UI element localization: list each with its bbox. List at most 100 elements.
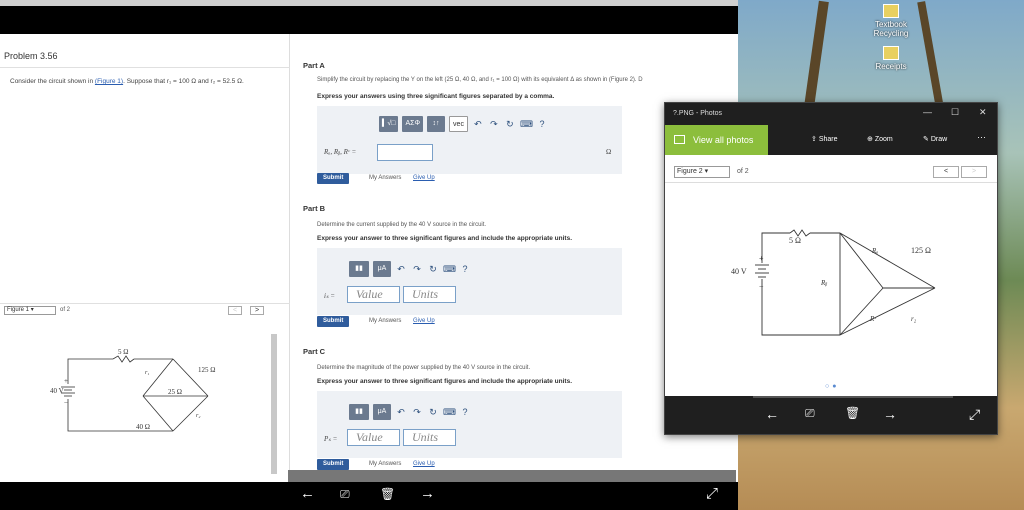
- save-icon[interactable]: ⎚: [805, 406, 815, 421]
- resistor-5-ohm: [112, 355, 135, 363]
- mu-units-button[interactable]: μA: [373, 404, 391, 420]
- part-b-submit-button[interactable]: Submit: [317, 316, 350, 327]
- figure-count: of 2: [737, 168, 749, 175]
- mu-units-button[interactable]: μA: [373, 261, 391, 277]
- minus-sign: −: [64, 399, 68, 407]
- help-icon[interactable]: ?: [536, 119, 548, 129]
- template-button[interactable]: ▍√□: [379, 116, 399, 132]
- part-a-submit-button[interactable]: Submit: [317, 173, 350, 184]
- help-icon[interactable]: ?: [459, 264, 471, 274]
- part-c-units-input[interactable]: Units: [403, 429, 456, 446]
- figure-nav: Figure 1 ▾ of 2 < >: [4, 306, 278, 316]
- keyboard-icon[interactable]: ⌨: [520, 119, 533, 130]
- help-icon[interactable]: ?: [459, 407, 471, 417]
- share-label: Share: [818, 136, 838, 143]
- desktop-icon-receipts[interactable]: Receipts: [864, 46, 918, 71]
- undo-icon[interactable]: ↶: [395, 264, 407, 275]
- part-a-my-answers[interactable]: My Answers: [369, 175, 401, 181]
- expand-icon[interactable]: ⤢: [969, 406, 980, 423]
- chevron-down-icon: ▾: [30, 307, 34, 313]
- redo-icon[interactable]: ↷: [411, 407, 423, 418]
- delete-icon[interactable]: 🗑: [380, 487, 395, 501]
- arrows-button[interactable]: ↕↑: [427, 116, 446, 132]
- undo-icon[interactable]: ↶: [472, 119, 484, 130]
- part-c-value-input[interactable]: Value: [347, 429, 400, 446]
- part-b-text: Determine the current supplied by the 40…: [317, 222, 487, 228]
- part-c-answer-box: ▮▮ μA ↶ ↷ ↻ ⌨ ? Pₛ = Value Units: [317, 391, 622, 458]
- forward-arrow-icon[interactable]: →: [883, 406, 897, 422]
- part-b-answer-box: ▮▮ μA ↶ ↷ ↻ ⌨ ? iₛ = Value Units: [317, 248, 622, 315]
- greek-button[interactable]: ΑΣΦ: [402, 116, 424, 132]
- more-button[interactable]: ···: [977, 132, 986, 142]
- desktop-icon-label: Textbook Recycling: [873, 20, 909, 38]
- label-125-ohm: 125 Ω: [198, 366, 215, 374]
- figure-select[interactable]: Figure 1 ▾: [4, 306, 56, 315]
- bottom-image-bar: ← ⎚ 🗑 → ⤢: [0, 470, 738, 510]
- part-a-input[interactable]: [377, 144, 433, 161]
- next-figure-button[interactable]: >: [961, 166, 987, 178]
- part-a-give-up[interactable]: Give Up: [413, 175, 435, 181]
- back-arrow-icon[interactable]: ←: [300, 485, 315, 502]
- zoom-button[interactable]: ⊕ Zoom: [867, 135, 893, 143]
- minus-sign: −: [759, 282, 764, 291]
- forward-arrow-icon[interactable]: →: [420, 485, 435, 502]
- close-icon[interactable]: ✕: [979, 107, 987, 118]
- problem-statement: Consider the circuit shown in (Figure 1)…: [10, 77, 270, 86]
- share-button[interactable]: ⇪ Share: [811, 135, 838, 143]
- reset-icon[interactable]: ↻: [504, 119, 516, 130]
- label-5-ohm: 5 Ω: [118, 349, 128, 356]
- prev-figure-button[interactable]: <: [228, 306, 242, 315]
- reset-icon[interactable]: ↻: [427, 407, 439, 418]
- part-c-my-answers[interactable]: My Answers: [369, 461, 401, 467]
- part-c-submit-button[interactable]: Submit: [317, 459, 350, 470]
- template-button[interactable]: ▮▮: [349, 261, 369, 277]
- problem-panel: Problem 3.56 Consider the circuit shown …: [0, 34, 290, 482]
- chevron-down-icon: ▾: [704, 168, 709, 175]
- keyboard-icon[interactable]: ⌨: [443, 407, 456, 418]
- plus-sign: +: [759, 254, 764, 263]
- part-a-text: Simplify the circuit by replacing the Y …: [317, 77, 643, 83]
- part-a-instruction: Express your answers using three signifi…: [317, 93, 555, 100]
- desktop-icon-textbook[interactable]: Textbook Recycling: [864, 4, 918, 38]
- maximize-icon[interactable]: ☐: [951, 107, 959, 118]
- part-b-give-up[interactable]: Give Up: [413, 318, 435, 324]
- figure-1-link[interactable]: (Figure 1): [95, 78, 123, 85]
- minimize-icon[interactable]: —: [923, 107, 932, 117]
- part-b-my-answers[interactable]: My Answers: [369, 318, 401, 324]
- save-icon[interactable]: ⎚: [340, 487, 350, 502]
- undo-icon[interactable]: ↶: [395, 407, 407, 418]
- part-c-give-up[interactable]: Give Up: [413, 461, 435, 467]
- part-b-units-input[interactable]: Units: [403, 286, 456, 303]
- reset-icon[interactable]: ↻: [427, 264, 439, 275]
- part-b-instruction: Express your answer to three significant…: [317, 235, 572, 242]
- draw-button[interactable]: ✎ Draw: [923, 135, 947, 143]
- scrollbar[interactable]: [271, 334, 277, 474]
- vec-button[interactable]: vec: [449, 116, 468, 132]
- view-all-label: View all photos: [693, 135, 754, 145]
- keyboard-icon[interactable]: ⌨: [443, 264, 456, 275]
- figure-select[interactable]: Figure 2 ▾: [674, 166, 730, 178]
- label-40-ohm: 40 Ω: [136, 423, 150, 431]
- share-icon: ⇪: [811, 136, 817, 143]
- redo-icon[interactable]: ↷: [488, 119, 500, 130]
- page-dots[interactable]: ○●: [825, 383, 839, 390]
- divider: [0, 67, 290, 68]
- photos-title-bar: ?.PNG - Photos — ☐ ✕: [665, 103, 997, 125]
- next-figure-button[interactable]: >: [250, 306, 264, 315]
- expand-icon[interactable]: ⤢: [706, 485, 718, 502]
- redo-icon[interactable]: ↷: [411, 264, 423, 275]
- divider: [665, 182, 997, 183]
- tab-strip: [0, 0, 738, 6]
- photos-toolbar: View all photos ⇪ Share ⊕ Zoom ✎ Draw ··…: [665, 125, 997, 155]
- template-button[interactable]: ▮▮: [349, 404, 369, 420]
- prev-figure-button[interactable]: <: [933, 166, 959, 178]
- delete-icon[interactable]: 🗑: [845, 406, 860, 420]
- figure-1-circuit: 5 Ω 125 Ω 25 Ω 40 Ω 40 V r₁ r₂ + −: [50, 349, 215, 432]
- photos-bottom-bar: ← ⎚ 🗑 → ⤢: [665, 396, 997, 434]
- view-all-photos-button[interactable]: View all photos: [665, 125, 768, 155]
- part-b-value-input[interactable]: Value: [347, 286, 400, 303]
- part-b-title: Part B: [303, 204, 326, 213]
- label-125-ohm: 125 Ω: [911, 246, 931, 255]
- units-toolbar: ▮▮ μA ↶ ↷ ↻ ⌨ ?: [349, 404, 471, 420]
- back-arrow-icon[interactable]: ←: [765, 406, 779, 422]
